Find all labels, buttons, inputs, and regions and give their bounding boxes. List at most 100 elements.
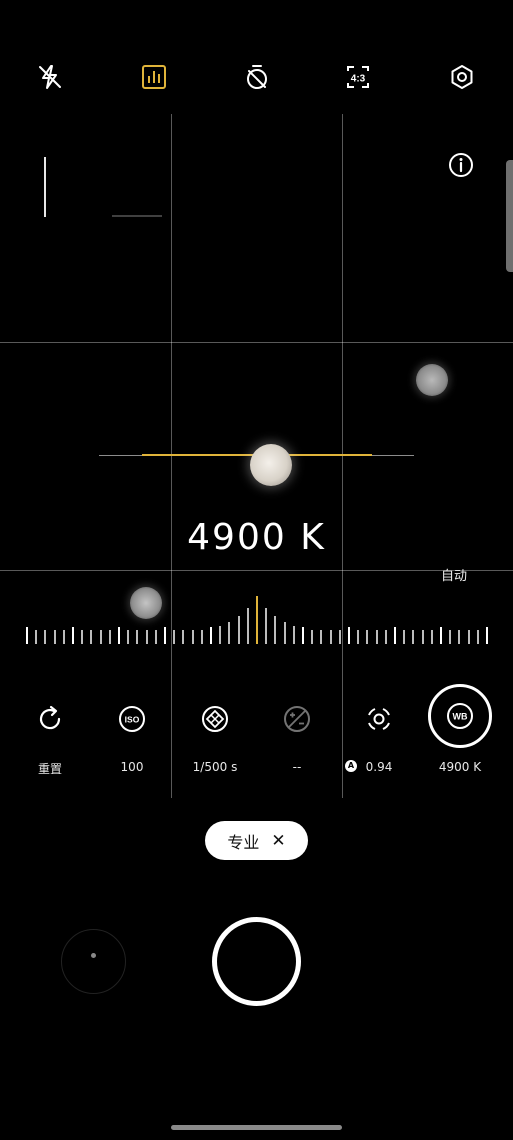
white-balance-value: 4900 K bbox=[438, 760, 482, 774]
slider-tick bbox=[72, 627, 74, 644]
slider-tick bbox=[136, 630, 139, 644]
slider-tick bbox=[26, 627, 28, 644]
slider-tick bbox=[182, 630, 185, 644]
aspect-ratio-button[interactable]: 4:3 bbox=[339, 58, 377, 96]
side-panel-handle[interactable] bbox=[506, 160, 513, 272]
bokeh-light bbox=[416, 364, 448, 396]
slider-tick bbox=[219, 626, 222, 644]
slider-tick bbox=[118, 627, 120, 644]
slider-tick bbox=[384, 630, 387, 644]
histogram-icon bbox=[142, 65, 166, 89]
home-indicator[interactable] bbox=[171, 1125, 342, 1130]
slider-thumb bbox=[256, 596, 258, 644]
slider-tick bbox=[458, 630, 461, 644]
close-icon[interactable]: ✕ bbox=[271, 831, 285, 851]
aspect-ratio-icon: 4:3 bbox=[347, 66, 369, 88]
slider-tick bbox=[476, 630, 479, 644]
timer-off-icon bbox=[247, 65, 267, 89]
slider-tick bbox=[145, 630, 148, 644]
slider-tick bbox=[486, 627, 488, 644]
settings-icon bbox=[451, 65, 473, 89]
slider-tick bbox=[440, 627, 442, 644]
slider-tick bbox=[302, 627, 304, 644]
slider-tick bbox=[127, 630, 130, 644]
slider-tick bbox=[191, 630, 194, 644]
histogram-button[interactable] bbox=[135, 58, 173, 96]
white-balance-slider[interactable] bbox=[26, 592, 488, 644]
slider-tick bbox=[265, 608, 268, 644]
iso-button[interactable]: ISO bbox=[110, 697, 154, 741]
settings-button[interactable] bbox=[443, 58, 481, 96]
svg-text:4:3: 4:3 bbox=[351, 74, 366, 85]
slider-tick bbox=[154, 630, 157, 644]
slider-tick bbox=[62, 630, 65, 644]
slider-tick bbox=[449, 630, 452, 644]
slider-tick bbox=[228, 622, 231, 644]
grid-line-horizontal-bottom bbox=[0, 570, 513, 571]
slider-tick bbox=[430, 630, 433, 644]
pro-mode-label: 专业 bbox=[227, 832, 260, 852]
reset-icon bbox=[39, 705, 61, 730]
level-indicator bbox=[44, 157, 46, 217]
info-button[interactable] bbox=[447, 151, 475, 179]
slider-tick bbox=[274, 616, 277, 644]
slider-tick bbox=[292, 626, 295, 644]
level-indicator-line bbox=[112, 215, 162, 217]
slider-tick bbox=[403, 630, 406, 644]
shutter-speed-value: 1/500 s bbox=[192, 760, 238, 774]
shutter-speed-icon bbox=[202, 706, 228, 732]
slider-tick bbox=[366, 630, 369, 644]
exposure-compensation-value: -- bbox=[292, 760, 302, 774]
reset-label: 重置 bbox=[37, 762, 62, 776]
slider-tick bbox=[53, 630, 56, 644]
svg-text:ISO: ISO bbox=[125, 715, 140, 725]
iso-value: 100 bbox=[120, 760, 144, 774]
timer-button[interactable] bbox=[238, 58, 276, 96]
exposure-compensation-button bbox=[275, 697, 319, 741]
slider-tick bbox=[35, 630, 38, 644]
white-balance-button[interactable]: WB bbox=[428, 684, 492, 748]
svg-text:WB: WB bbox=[453, 712, 468, 722]
focus-value: 0.94 bbox=[365, 760, 393, 774]
iso-icon: ISO bbox=[119, 706, 145, 732]
slider-tick bbox=[320, 630, 323, 644]
slider-tick bbox=[164, 627, 166, 644]
gallery-thumbnail-dot bbox=[91, 953, 96, 958]
slider-tick bbox=[311, 630, 314, 644]
focus-button[interactable] bbox=[357, 697, 401, 741]
flash-off-button[interactable] bbox=[31, 58, 69, 96]
moon bbox=[250, 444, 292, 486]
slider-tick bbox=[44, 630, 47, 644]
slider-tick bbox=[338, 630, 341, 644]
exposure-compensation-icon bbox=[284, 706, 310, 732]
white-balance-readout: 4900 K bbox=[187, 517, 326, 558]
slider-tick bbox=[421, 630, 424, 644]
slider-tick bbox=[246, 608, 249, 644]
slider-tick bbox=[210, 627, 212, 644]
slider-tick bbox=[329, 630, 332, 644]
grid-line-horizontal-top bbox=[0, 342, 513, 343]
gallery-thumbnail[interactable] bbox=[61, 929, 126, 994]
wb-icon: WB bbox=[447, 703, 473, 729]
info-icon bbox=[449, 153, 473, 177]
shutter-speed-button[interactable] bbox=[193, 697, 237, 741]
shutter-button[interactable] bbox=[212, 917, 301, 1006]
slider-tick bbox=[412, 630, 415, 644]
slider-tick bbox=[173, 630, 176, 644]
slider-tick bbox=[99, 630, 102, 644]
reset-button[interactable] bbox=[28, 697, 72, 741]
grid-line-vertical-left bbox=[171, 114, 172, 798]
grid-line-vertical-right bbox=[342, 114, 343, 798]
slider-tick bbox=[90, 630, 93, 644]
slider-tick bbox=[467, 630, 470, 644]
slider-tick bbox=[200, 630, 203, 644]
pro-mode-chip[interactable]: 专业 ✕ bbox=[205, 821, 308, 860]
auto-white-balance-button[interactable]: 自动 bbox=[441, 565, 467, 584]
slider-tick bbox=[394, 627, 396, 644]
slider-tick bbox=[283, 622, 286, 644]
slider-tick bbox=[108, 630, 111, 644]
flash-off-icon bbox=[39, 65, 61, 89]
focus-icon bbox=[368, 708, 390, 730]
slider-tick bbox=[81, 630, 84, 644]
slider-tick bbox=[357, 630, 360, 644]
